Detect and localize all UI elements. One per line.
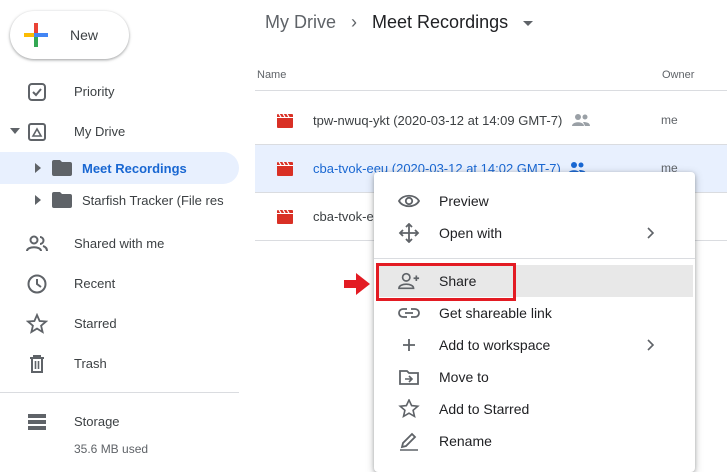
- sidebar-item-label: My Drive: [74, 124, 126, 139]
- star-icon: [26, 313, 48, 334]
- table-row[interactable]: tpw-nwuq-ykt (2020-03-12 at 14:09 GMT-7)…: [255, 97, 727, 145]
- trash-icon: [30, 355, 44, 373]
- table-header: Name Owner: [255, 58, 727, 91]
- file-name: cba-tvok-e: [313, 209, 374, 224]
- expand-caret-icon[interactable]: [10, 128, 20, 134]
- sidebar-item-label: Shared with me: [74, 236, 165, 251]
- eye-icon: [398, 194, 420, 208]
- video-file-icon: [277, 209, 293, 224]
- storage-icon: [28, 414, 46, 430]
- sidebar-item-meet-recordings[interactable]: Meet Recordings: [0, 152, 239, 184]
- column-header-owner: Owner: [662, 69, 695, 81]
- new-button[interactable]: New: [10, 11, 129, 59]
- storage-used-text: 35.6 MB used: [74, 442, 149, 456]
- sidebar-item-label: Meet Recordings: [82, 161, 187, 176]
- file-name: tpw-nwuq-ykt (2020-03-12 at 14:09 GMT-7): [313, 113, 563, 128]
- annotation-highlight-box: [376, 263, 516, 301]
- breadcrumb-root[interactable]: My Drive: [265, 12, 336, 32]
- sidebar-item-storage[interactable]: Storage: [0, 405, 239, 437]
- annotation-arrow-icon: [344, 273, 370, 295]
- breadcrumb-current[interactable]: Meet Recordings: [372, 12, 508, 32]
- menu-item-label: Open with: [439, 225, 503, 241]
- breadcrumb-separator: ›: [351, 12, 358, 32]
- menu-item-preview[interactable]: Preview: [374, 185, 695, 217]
- sidebar-divider: [0, 392, 239, 393]
- sidebar-item-trash[interactable]: Trash: [0, 347, 239, 379]
- sidebar-item-priority[interactable]: Priority: [0, 75, 239, 107]
- column-header-name[interactable]: Name: [257, 69, 286, 81]
- clock-icon: [27, 274, 47, 294]
- breadcrumb: My Drive › Meet Recordings: [265, 12, 534, 33]
- chevron-right-icon: [647, 227, 655, 239]
- expand-caret-icon[interactable]: [35, 163, 41, 173]
- menu-item-label: Preview: [439, 193, 489, 209]
- file-owner: me: [661, 113, 678, 127]
- menu-divider: [374, 258, 695, 259]
- menu-item-open-with[interactable]: Open with: [374, 217, 695, 249]
- new-button-label: New: [70, 27, 99, 43]
- move-arrows-icon: [398, 223, 420, 243]
- sidebar-item-label: Starred: [74, 316, 117, 331]
- sidebar-item-starred[interactable]: Starred: [0, 307, 239, 339]
- priority-check-icon: [28, 83, 46, 101]
- storage-label: Storage: [74, 414, 120, 429]
- folder-icon: [52, 192, 72, 208]
- sidebar-item-my-drive[interactable]: My Drive: [0, 115, 239, 147]
- sidebar-item-label: Starfish Tracker (File res: [82, 193, 224, 208]
- expand-caret-icon[interactable]: [35, 195, 41, 205]
- sidebar-item-label: Priority: [74, 84, 115, 99]
- folder-icon: [52, 160, 72, 176]
- sidebar-item-recent[interactable]: Recent: [0, 267, 239, 299]
- sidebar-item-label: Trash: [74, 356, 107, 371]
- sidebar-item-label: Recent: [74, 276, 116, 291]
- plus-multicolor-icon: [24, 23, 48, 47]
- context-menu: Preview Open with: [374, 172, 695, 472]
- sidebar-item-shared-with-me[interactable]: Shared with me: [0, 227, 239, 259]
- shared-people-icon: [572, 114, 590, 126]
- people-icon: [26, 235, 48, 252]
- sidebar-item-starfish-tracker[interactable]: Starfish Tracker (File res: [0, 184, 239, 216]
- video-file-icon: [277, 161, 293, 176]
- video-file-icon: [277, 113, 293, 128]
- drive-icon: [28, 123, 46, 141]
- chevron-down-icon[interactable]: [523, 20, 534, 26]
